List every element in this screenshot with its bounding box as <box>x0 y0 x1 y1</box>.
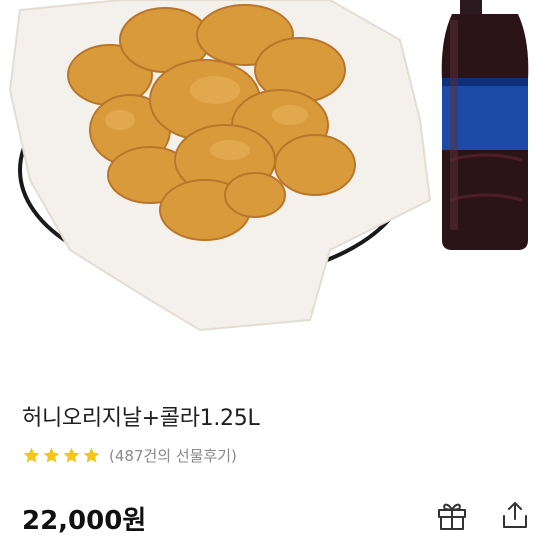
share-button[interactable] <box>497 497 533 533</box>
review-count-link[interactable]: (487건의 선물후기) <box>109 445 237 466</box>
star-rating <box>22 446 101 465</box>
rating-row[interactable]: (487건의 선물후기) <box>22 444 237 466</box>
cola-bottle <box>441 0 529 250</box>
star-icon <box>43 447 60 463</box>
gift-button[interactable] <box>434 497 470 533</box>
product-title: 허니오리지날+콜라1.25L <box>22 406 260 431</box>
product-image[interactable] <box>0 0 554 360</box>
product-photo-illustration <box>8 0 529 332</box>
star-icon <box>63 447 80 463</box>
gift-icon <box>438 503 466 530</box>
star-icon <box>23 447 40 463</box>
share-icon <box>503 502 527 528</box>
star-icon <box>83 447 100 463</box>
product-price: 22,000원 <box>22 506 147 536</box>
